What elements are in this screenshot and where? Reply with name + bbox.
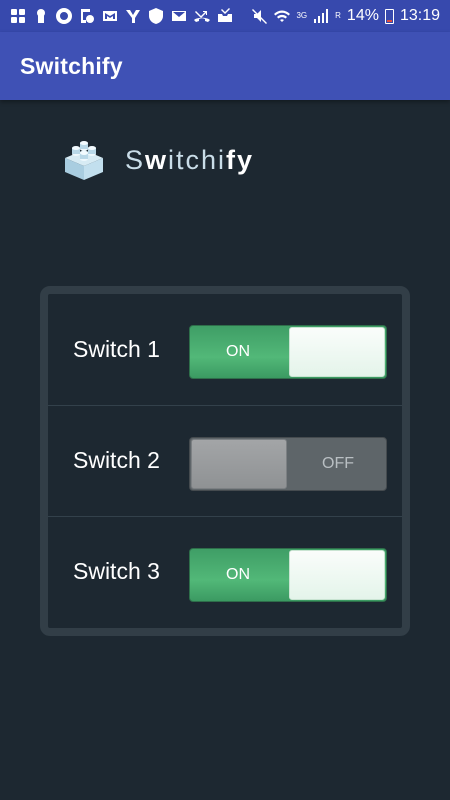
toggle-state-text: ON (226, 566, 250, 583)
screenshot-icon (79, 8, 95, 24)
clock: 13:19 (399, 7, 440, 24)
status-bar: 3G R 14% 13:19 (0, 0, 450, 32)
missed-call-icon (194, 8, 210, 24)
app-title: Switchify (20, 52, 123, 79)
mute-icon (252, 8, 268, 24)
app-logo: Switchify (63, 140, 254, 180)
switch-2-toggle[interactable]: OFF (189, 437, 387, 491)
roaming-indicator: R (335, 11, 341, 20)
toggle-knob[interactable] (289, 327, 385, 377)
system-icons: 3G R 14% 13:19 (252, 7, 440, 25)
signal-icon (313, 8, 329, 24)
inbox-icon (217, 8, 233, 24)
toggle-state-text: ON (226, 343, 250, 360)
switch-3-toggle[interactable]: ON (189, 548, 387, 602)
switch-row-3: Switch 3 ON (48, 516, 402, 626)
toggle-knob[interactable] (289, 550, 385, 600)
ring-icon (56, 8, 72, 24)
keyhole-icon (33, 8, 49, 24)
wifi-icon (274, 8, 291, 24)
battery-percent: 14% (346, 7, 379, 24)
switch-label: Switch 3 (73, 558, 160, 584)
switch-row-1: Switch 1 ON (48, 294, 402, 404)
gmail-icon (102, 8, 118, 24)
switch-row-2: Switch 2 OFF (48, 405, 402, 515)
switch-1-toggle[interactable]: ON (189, 325, 387, 379)
widget-icon (10, 8, 26, 24)
toggle-state-text: OFF (322, 455, 354, 472)
notification-icons (10, 8, 233, 24)
logo-wordmark: Switchify (125, 144, 255, 175)
switch-panel: Switch 1 ON Switch 2 OFF Switch 3 ON (40, 286, 410, 636)
mail-icon (171, 8, 187, 24)
lego-brick-icon (63, 140, 105, 180)
shield-icon (148, 8, 164, 24)
yahoo-icon (125, 8, 141, 24)
toggle-knob[interactable] (191, 439, 287, 489)
app-bar: Switchify (0, 32, 450, 100)
switch-label: Switch 2 (73, 447, 160, 473)
battery-icon (384, 8, 394, 24)
network-type: 3G (296, 11, 308, 20)
switch-label: Switch 1 (73, 335, 160, 362)
